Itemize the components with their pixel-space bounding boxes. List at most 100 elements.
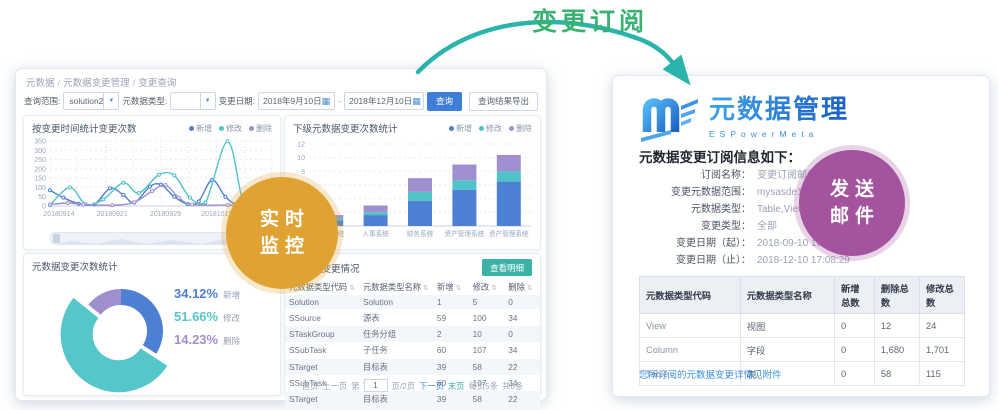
table-cell: 0 (504, 295, 540, 309)
field-row: 变更日期（止）： 2018-12-10 17:08:29 (623, 254, 850, 267)
svg-text:人事系统: 人事系统 (362, 229, 389, 238)
donut-legend-item: 34.12%新增 (174, 286, 240, 301)
column-header: 删除总数 (874, 277, 919, 314)
table-cell: SSubTask (285, 342, 359, 358)
table-cell: STarget (285, 359, 359, 375)
table-row: SSubTask子任务6010734 (285, 342, 540, 358)
pagination-last[interactable]: 末页 (448, 380, 465, 392)
table-cell: 100 (469, 309, 505, 325)
table-row: SSource源表5910034 (285, 309, 540, 325)
table-cell: 源表 (359, 309, 433, 325)
scope-select-value: solution2 (69, 96, 103, 106)
table-cell: 22 (504, 359, 540, 375)
column-header[interactable]: 新增⇅ (433, 278, 469, 295)
breadcrumb-separator: / (58, 78, 61, 89)
attachment-link[interactable]: 您所订阅的元数据变更详情见附件 (639, 367, 782, 381)
svg-text:资产管理系统: 资产管理系统 (445, 229, 485, 238)
legend-dot-icon (219, 126, 224, 131)
table-cell: 60 (433, 342, 469, 358)
field-value: 2018-12-10 17:08:29 (757, 254, 850, 267)
page-number-input[interactable] (364, 379, 388, 392)
data-zoom-handle[interactable] (53, 234, 60, 243)
field-label: 变更元数据范围： (623, 186, 751, 199)
pagination-total: 共8条 (502, 380, 523, 392)
table-cell: 34 (504, 342, 540, 358)
column-header: 元数据类型代码 (640, 277, 741, 314)
bar-chart-title: 下级元数据变更次数统计 (293, 121, 398, 135)
column-header-label: 删除 (508, 282, 525, 292)
legend-label: 新增 (456, 124, 472, 133)
table-cell: STaskGroup (285, 326, 359, 342)
table-cell: 39 (433, 359, 469, 375)
date-from-value: 2018年9月10日 (263, 95, 322, 107)
column-header: 新增总数 (835, 277, 875, 314)
field-label: 变更日期（止）： (623, 254, 751, 267)
table-cell: 目标表 (359, 359, 433, 375)
sort-icon[interactable]: ⇅ (491, 285, 497, 292)
table-cell: 59 (433, 309, 469, 325)
legend-dot-icon (479, 126, 484, 131)
table-cell: View (640, 314, 741, 338)
table-cell: 10 (469, 326, 505, 342)
realtime-monitor-badge: 实时 监控 (226, 177, 338, 289)
table-row: Column字段01,6801,701 (640, 338, 965, 362)
sort-icon[interactable]: ⇅ (527, 285, 533, 292)
table-cell: 2 (433, 326, 469, 342)
donut-label: 修改 (223, 312, 240, 324)
table-cell: 115 (919, 362, 964, 386)
svg-text:财务系统: 财务系统 (407, 229, 434, 238)
sort-icon[interactable]: ⇅ (423, 285, 429, 292)
legend-item[interactable]: 删除 (249, 123, 272, 134)
table-cell: 5 (469, 295, 505, 309)
send-email-badge: 发送 邮件 (799, 150, 905, 256)
svg-text:200: 200 (34, 166, 46, 173)
column-header[interactable]: 删除⇅ (504, 278, 540, 295)
svg-text:300: 300 (34, 148, 46, 155)
table-cell: 子任务 (359, 342, 433, 358)
email-heading: 元数据变更订阅信息如下： (639, 146, 801, 166)
type-select[interactable]: ▼ (170, 92, 215, 110)
pagination-text: 页/2页 (392, 380, 416, 392)
table-cell: Solution (285, 295, 359, 309)
svg-text:12: 12 (297, 142, 305, 149)
date-from-input[interactable]: 2018年9月10日 ▦ (258, 92, 335, 110)
table-cell: SSource (285, 309, 359, 325)
breadcrumb-item[interactable]: 元数据 (26, 78, 55, 89)
breadcrumb: 元数据/元数据变更管理/变更查询 (26, 75, 176, 89)
scope-select[interactable]: solution2 ▼ (63, 92, 119, 110)
breadcrumb-item[interactable]: 元数据变更管理 (63, 78, 130, 89)
view-detail-button[interactable]: 查看明细 (482, 259, 532, 276)
legend-item[interactable]: 删除 (509, 123, 532, 134)
column-header[interactable]: 元数据类型名称⇅ (359, 278, 433, 295)
table-row: STarget目标表395822 (285, 359, 540, 375)
column-header[interactable]: 修改⇅ (469, 278, 505, 295)
svg-text:100: 100 (34, 185, 46, 192)
calendar-icon: ▦ (412, 97, 421, 106)
pagination-next[interactable]: 下一页 (419, 380, 444, 392)
pagination-prev[interactable]: 上一页 (322, 380, 347, 392)
donut-legend-item: 14.23%删除 (174, 332, 240, 347)
table-cell: 0 (504, 326, 540, 342)
table-cell: 目标表 (359, 391, 433, 407)
date-range-separator: - (338, 96, 341, 106)
table-cell: 58 (874, 362, 919, 386)
field-label: 变更日期（起）： (623, 237, 751, 250)
legend-item[interactable]: 修改 (219, 123, 242, 134)
logo-subtitle: ESPowerMeta (709, 129, 849, 139)
table-cell: STarget (285, 391, 359, 407)
sort-icon[interactable]: ⇅ (456, 285, 462, 292)
badge-text: 发送 (830, 176, 880, 203)
legend-item[interactable]: 新增 (189, 123, 212, 134)
bar-chart-legend: 新增修改删除 (449, 123, 532, 134)
sort-icon[interactable]: ⇅ (349, 285, 355, 292)
legend-item[interactable]: 修改 (479, 123, 502, 134)
donut-chart-panel: 元数据变更次数统计 34.12%新增51.66%修改14.23%删除 (23, 253, 281, 396)
legend-dot-icon (189, 126, 194, 131)
pagination-first[interactable]: 首页 (302, 380, 319, 392)
breadcrumb-item[interactable]: 变更查询 (138, 78, 176, 89)
email-panel: 元数据管理 ESPowerMeta 元数据变更订阅信息如下： 订阅名称：变更订阅… (612, 75, 990, 397)
legend-item[interactable]: 新增 (449, 123, 472, 134)
table-cell: 22 (504, 391, 540, 407)
svg-text:20180914: 20180914 (43, 211, 74, 218)
chevron-down-icon: ▼ (103, 93, 118, 109)
